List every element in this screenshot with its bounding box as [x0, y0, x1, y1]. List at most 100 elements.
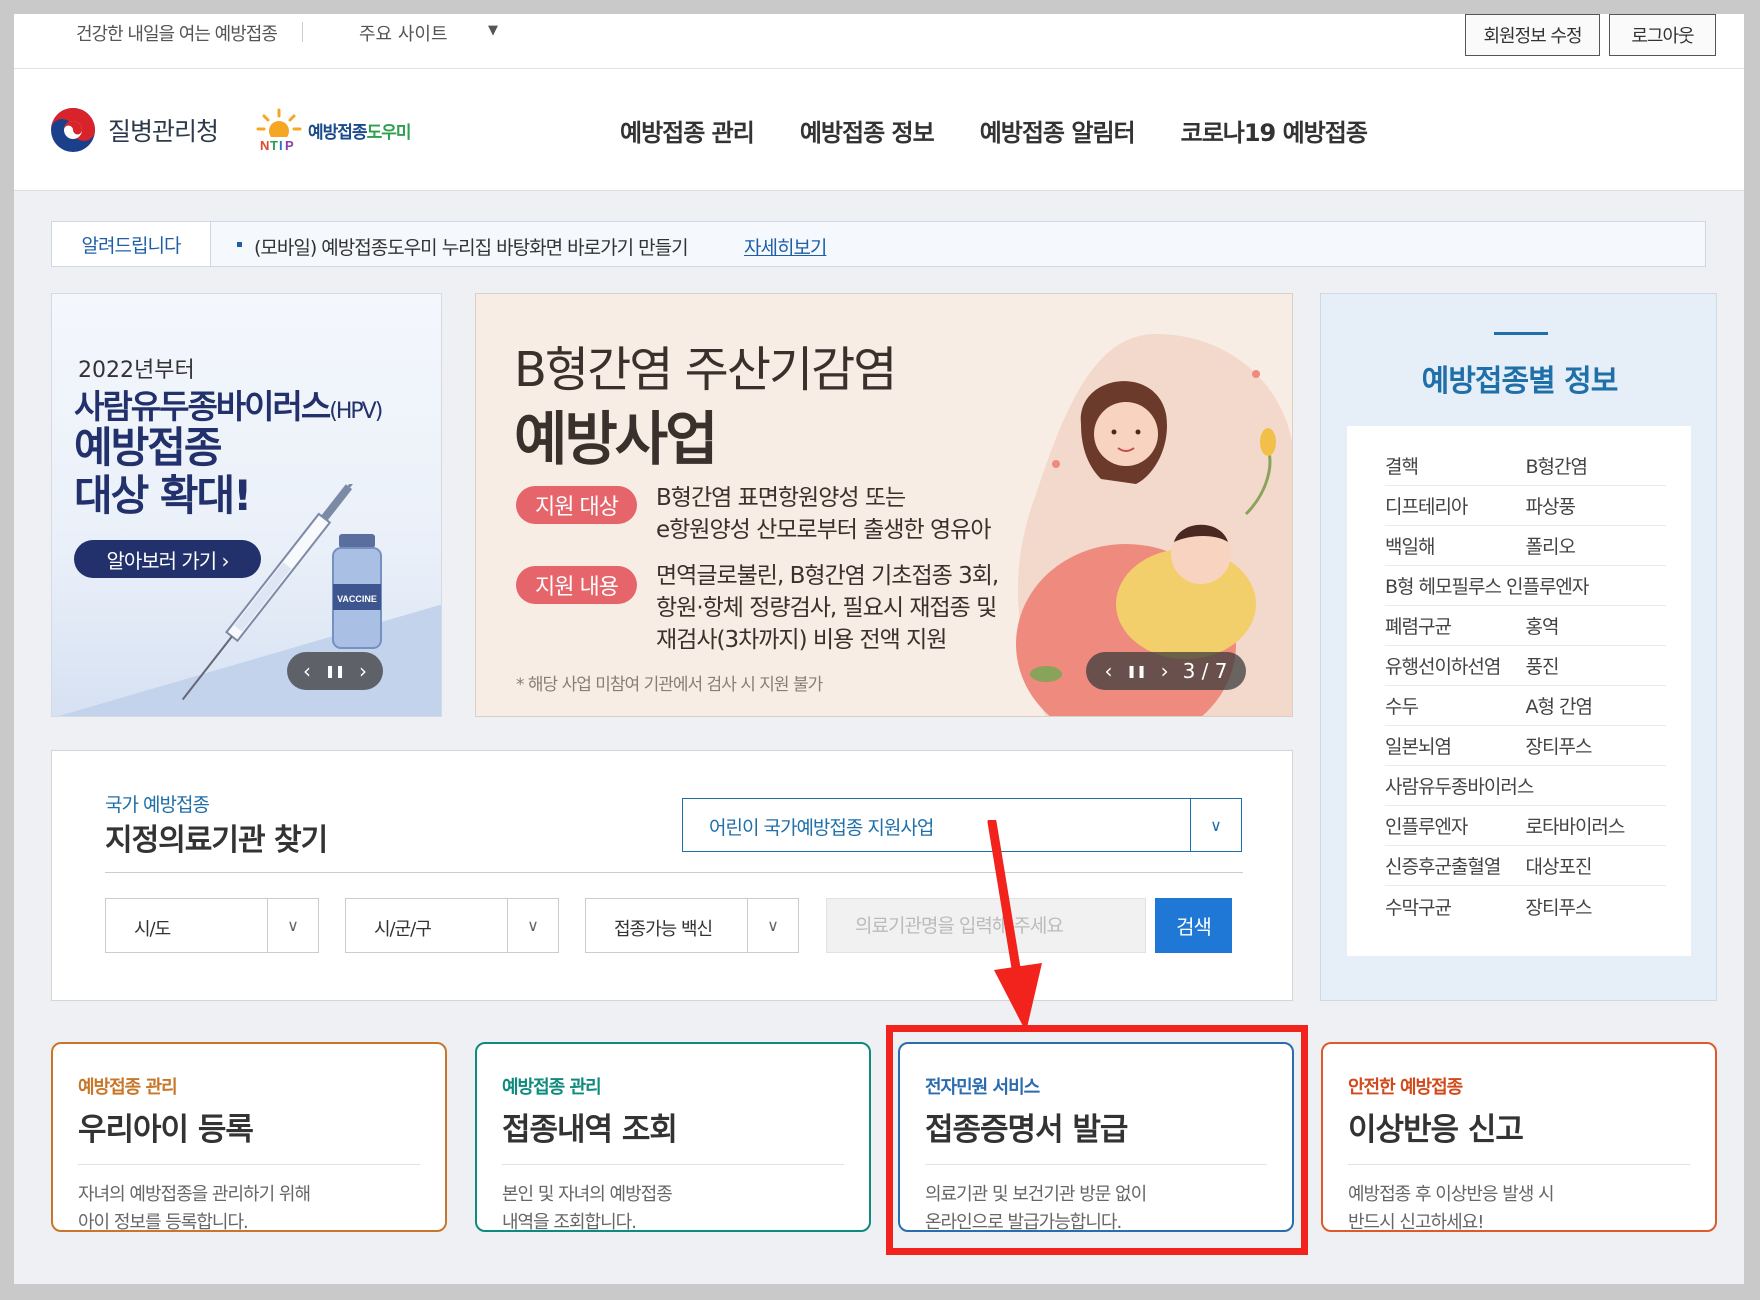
vaccine-row: B형 헤모필루스 인플루엔자	[1385, 566, 1666, 606]
card-desc-line1: 예방접종 후 이상반응 발생 시	[1348, 1184, 1555, 1205]
vaccine-link[interactable]: 폐렴구균	[1385, 612, 1526, 639]
vaccine-row: 사람유두종바이러스	[1385, 766, 1666, 806]
browser-viewport: 건강한 내일을 여는 예방접종 주요 사이트 ▼ 회원정보 수정 로그아웃 질병…	[14, 14, 1744, 1284]
vaccine-link[interactable]: 일본뇌염	[1385, 732, 1526, 759]
vaccine-link[interactable]: 백일해	[1385, 532, 1526, 559]
vaccine-select[interactable]: 접종가능 백신 ∨	[585, 898, 799, 953]
vaccine-info-title: 예방접종별 정보	[1421, 364, 1619, 399]
vaccine-link[interactable]: 대상포진	[1526, 852, 1667, 879]
vaccine-link[interactable]: 풍진	[1526, 652, 1667, 679]
vaccine-link[interactable]: 홍역	[1526, 612, 1667, 639]
vaccine-link[interactable]: A형 간염	[1526, 692, 1667, 719]
vaccine-link[interactable]: 파상풍	[1526, 492, 1667, 519]
vaccine-link[interactable]: 로타바이러스	[1526, 812, 1667, 839]
notice-more-link[interactable]: 자세히보기	[744, 233, 827, 260]
edit-profile-button[interactable]: 회원정보 수정	[1465, 14, 1600, 56]
svg-text:I: I	[279, 138, 283, 153]
vaccine-link[interactable]: 사람유두종바이러스	[1385, 772, 1534, 799]
vaccine-link[interactable]: 신증후군출혈열	[1385, 852, 1526, 879]
search-button[interactable]: 검색	[1155, 898, 1232, 953]
sigungu-select[interactable]: 시/군/구 ∨	[345, 898, 559, 953]
taegeuk-emblem-icon	[51, 108, 95, 152]
chevron-down-icon[interactable]: ∨	[747, 899, 798, 952]
annotation-highlight-box	[886, 1025, 1308, 1255]
card-title: 우리아이 등록	[78, 1112, 254, 1148]
chevron-left-icon[interactable]: ‹	[303, 659, 311, 683]
vaccine-link[interactable]: B형간염	[1526, 452, 1667, 479]
chevron-right-icon[interactable]: ›	[359, 659, 367, 683]
agency-name: 질병관리청	[108, 117, 219, 146]
vaccination-history-card[interactable]: 예방접종 관리 접종내역 조회 본인 및 자녀의 예방접종 내역을 조회합니다.	[475, 1042, 871, 1233]
vaccine-link[interactable]: 결핵	[1385, 452, 1526, 479]
search-divider	[105, 872, 1243, 873]
card-category: 예방접종 관리	[502, 1077, 602, 1098]
nav-vaccination-management[interactable]: 예방접종 관리	[620, 113, 755, 148]
register-child-card[interactable]: 예방접종 관리 우리아이 등록 자녀의 예방접종을 관리하기 위해아이 정보를 …	[51, 1042, 447, 1233]
program-select-value: 어린이 국가예방접종 지원사업	[709, 817, 934, 839]
utility-bar: 건강한 내일을 여는 예방접종 주요 사이트 ▼ 회원정보 수정 로그아웃	[14, 14, 1744, 69]
main-nav: 예방접종 관리 예방접종 정보 예방접종 알림터 코로나19 예방접종	[620, 113, 1413, 148]
vaccine-row: 유행선이하선염 풍진	[1385, 646, 1666, 686]
clinic-search-panel: 국가 예방접종 지정의료기관 찾기 어린이 국가예방접종 지원사업 ∨ 시/도 …	[51, 750, 1293, 1001]
notice-text[interactable]: (모바일) 예방접종도우미 누리집 바탕화면 바로가기 만들기	[254, 233, 689, 260]
vaccine-row: 백일해 폴리오	[1385, 526, 1666, 566]
nav-vaccination-notice[interactable]: 예방접종 알림터	[980, 113, 1136, 148]
card-title: 이상반응 신고	[1348, 1112, 1524, 1148]
hbv-slider-controls: ‹ ❚❚ › 3 / 7	[1086, 652, 1246, 690]
vaccine-row: 결핵 B형간염	[1385, 446, 1666, 486]
card-desc-line2: 내역을 조회합니다.	[502, 1212, 637, 1233]
hbv-banner[interactable]: B형간염 주산기감염 예방사업 지원 대상 B형간염 표면항원양성 또는 e항원…	[475, 293, 1293, 717]
card-title: 접종내역 조회	[502, 1112, 678, 1148]
svg-text:T: T	[270, 138, 278, 153]
vaccine-link[interactable]: B형 헤모필루스 인플루엔자	[1385, 572, 1589, 599]
chevron-down-icon[interactable]: ∨	[1190, 799, 1241, 851]
vaccine-info-panel: 예방접종별 정보 결핵 B형간염 디프테리아 파상풍 백일해 폴리오 B형 헤모필루스…	[1320, 293, 1717, 1001]
support-content-line2: 항원·항체 정량검사, 필요시 재접종 및	[656, 595, 997, 621]
chevron-down-icon[interactable]: ∨	[507, 899, 558, 952]
notice-tag: 알려드립니다	[52, 222, 211, 266]
logout-button[interactable]: 로그아웃	[1609, 14, 1716, 56]
card-desc-line1: 자녀의 예방접종을 관리하기 위해	[78, 1184, 311, 1205]
vaccine-link[interactable]: 유행선이하선염	[1385, 652, 1526, 679]
pause-icon[interactable]: ❚❚	[325, 664, 345, 678]
ntip-logo-link[interactable]: N T I P 예방접종도우미	[254, 107, 412, 153]
hpv-banner-headline: 예방접종 대상 확대!	[74, 424, 252, 520]
kdca-logo-link[interactable]: 질병관리청	[50, 107, 219, 153]
chevron-left-icon[interactable]: ‹	[1104, 659, 1112, 683]
service-name-prefix: 예방접종	[308, 122, 368, 143]
program-select[interactable]: 어린이 국가예방접종 지원사업 ∨	[682, 798, 1242, 852]
sido-select[interactable]: 시/도 ∨	[105, 898, 319, 953]
vaccine-link[interactable]: 인플루엔자	[1385, 812, 1526, 839]
chevron-right-icon[interactable]: ›	[1161, 659, 1169, 683]
vaccine-link[interactable]: 디프테리아	[1385, 492, 1526, 519]
vaccine-select-value: 접종가능 백신	[614, 919, 713, 940]
hpv-banner[interactable]: VACCINE 2022년부터 사람유두종바이러스(HPV) 예방접종 대상 확대…	[51, 293, 442, 717]
service-name-highlight: 도우미	[366, 122, 412, 143]
vaccine-row: 신증후군출혈열 대상포진	[1385, 846, 1666, 886]
vaccine-link[interactable]: 장티푸스	[1526, 893, 1667, 920]
card-divider	[502, 1164, 844, 1165]
card-category: 안전한 예방접종	[1348, 1077, 1463, 1098]
site-slogan: 건강한 내일을 여는 예방접종	[76, 24, 278, 45]
adverse-reaction-card[interactable]: 안전한 예방접종 이상반응 신고 예방접종 후 이상반응 발생 시 반드시 신고하…	[1321, 1042, 1717, 1233]
vaccine-link[interactable]: 수두	[1385, 692, 1526, 719]
chevron-down-icon[interactable]: ∨	[267, 899, 318, 952]
caret-down-icon[interactable]: ▼	[488, 23, 498, 38]
vaccine-link[interactable]: 폴리오	[1526, 532, 1667, 559]
vaccine-link[interactable]: 장티푸스	[1526, 732, 1667, 759]
support-target-line1: B형간염 표면항원양성 또는	[656, 485, 906, 511]
vaccine-list: 결핵 B형간염 디프테리아 파상풍 백일해 폴리오 B형 헤모필루스 인플루엔자 폐렴…	[1347, 426, 1691, 956]
vaccine-row: 폐렴구균 홍역	[1385, 606, 1666, 646]
bullet-icon	[237, 242, 242, 247]
nav-covid19-vaccination[interactable]: 코로나19 예방접종	[1181, 113, 1368, 148]
pause-icon[interactable]: ❚❚	[1126, 664, 1146, 678]
major-sites-dropdown[interactable]: 주요 사이트	[359, 20, 448, 46]
hpv-banner-title: 사람유두종바이러스(HPV)	[74, 380, 383, 428]
nav-vaccination-info[interactable]: 예방접종 정보	[800, 113, 935, 148]
search-subtitle: 국가 예방접종	[105, 794, 210, 816]
card-category: 예방접종 관리	[78, 1077, 178, 1098]
hpv-learn-more-button[interactable]: 알아보러 가기 ›	[74, 540, 261, 578]
card-description: 자녀의 예방접종을 관리하기 위해아이 정보를 등록합니다.	[78, 1181, 311, 1237]
vaccine-link[interactable]: 수막구균	[1385, 893, 1526, 920]
card-desc-line2: 아이 정보를 등록합니다.	[78, 1212, 249, 1233]
